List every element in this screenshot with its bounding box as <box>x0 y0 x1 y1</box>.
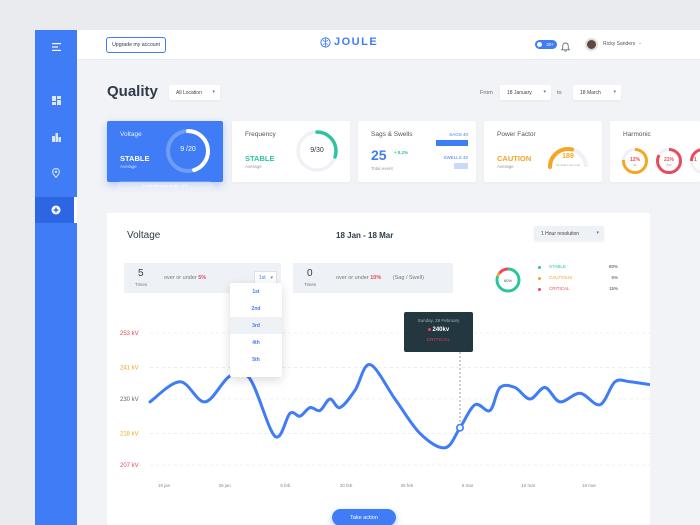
card-title: Voltage <box>120 131 142 138</box>
swells-bar <box>454 163 468 169</box>
x-tick-label: 5 mar <box>462 483 474 488</box>
card-title: Frequency <box>245 131 276 138</box>
sags-value: 25 <box>371 147 387 163</box>
highlight-point <box>455 423 464 432</box>
frequency-ring-text: 9/30 <box>310 147 324 154</box>
card-title: Power Factor <box>497 131 536 138</box>
threshold-dropdown-menu: 1st 2nd 3rd 4th 5th <box>230 283 282 377</box>
dashboard-icon[interactable] <box>35 87 77 113</box>
from-date-value: 18 January <box>507 89 532 96</box>
tooltip-value: 240kv <box>432 327 450 333</box>
x-tick-label: 10 mar <box>521 483 536 488</box>
x-tick-label: 19 jan <box>158 483 171 488</box>
voltage-ring-text: 9 /20 <box>180 146 196 153</box>
brand-name: JOULE <box>334 36 379 48</box>
to-date-select[interactable]: 18 March ▾ <box>573 85 621 100</box>
to-label: to <box>557 90 562 96</box>
sags-bar <box>436 140 468 146</box>
power-factor-card[interactable]: Power Factor CAUTION Average 189 No data… <box>484 121 602 182</box>
brain-icon <box>320 36 331 48</box>
card-title: Harmonic <box>623 131 651 138</box>
tooltip-dot <box>427 327 431 331</box>
frequency-status: STABLE <box>245 154 275 163</box>
pf-ring-sub: No data Loss (ms) <box>555 163 581 167</box>
brand-logo[interactable]: JOULE <box>320 36 378 48</box>
sidebar <box>35 30 77 525</box>
chevron-down-icon: ▾ <box>212 89 215 95</box>
app-window: Upgrade my account JOULE 20+ Ricky Sande… <box>35 30 700 525</box>
x-tick-label: 20 feb <box>340 483 353 488</box>
x-tick-label: 25 feb <box>401 483 414 488</box>
voltage-line-chart: 253 kV 241 kV 230 kV 218 kV 207 kV 19 jan 25 j… <box>120 331 650 488</box>
voltage-status: STABLE <box>120 154 150 163</box>
voltage-note: 5 min intervals under -5% <box>117 181 213 190</box>
card-title: Sags & Swells <box>371 131 413 138</box>
location-icon[interactable] <box>35 160 77 186</box>
y-tick-label: 241 kV <box>120 365 139 371</box>
tooltip-date: Sunday, 28 February <box>417 318 460 323</box>
menu-icon[interactable] <box>35 34 77 60</box>
dropdown-option[interactable]: 1st <box>230 283 282 300</box>
y-tick-label: 207 kV <box>120 463 139 469</box>
pf-status: CAUTION <box>497 154 532 163</box>
x-tick-label: 5 feb <box>280 483 291 488</box>
top-bar: Upgrade my account JOULE 20+ Ricky Sande… <box>77 30 700 60</box>
sags-label: SAGS 40 <box>449 132 468 137</box>
toggle-label: 20+ <box>546 41 554 47</box>
harmonic-1-sub: #1 <box>633 163 637 167</box>
frequency-card[interactable]: Frequency STABLE Average 9/30 <box>232 121 350 182</box>
sags-sub: Total event <box>371 166 393 171</box>
swells-label: SWELLS 32 <box>443 155 468 160</box>
location-select-value: All Location <box>176 89 202 96</box>
from-label: From <box>480 90 493 96</box>
series-line <box>148 363 650 450</box>
avatar[interactable] <box>585 38 598 51</box>
y-tick-label: 230 kV <box>120 397 139 403</box>
voltage-panel: Voltage 18 Jan - 18 Mar 1 Hour resolutio… <box>107 213 650 525</box>
y-tick-label: 253 kV <box>120 331 139 337</box>
bell-icon[interactable] <box>560 39 571 57</box>
chevron-down-icon: ▾ <box>543 89 546 95</box>
quality-icon[interactable] <box>35 197 77 223</box>
harmonic-3-value: 1 <box>694 157 697 163</box>
sags-delta: + 8.2% <box>394 150 409 155</box>
upgrade-account-button[interactable]: Upgrade my account <box>106 37 166 53</box>
chevron-down-icon[interactable]: ⌄ <box>638 40 642 46</box>
voltage-card[interactable]: Voltage STABLE Average 9 /20 5 min inter… <box>107 121 223 190</box>
y-tick-label: 218 kV <box>120 431 139 437</box>
chart-tooltip: Sunday, 28 February 240kv CRITICAL <box>404 312 473 352</box>
take-action-button[interactable]: Take action <box>332 509 396 525</box>
dropdown-option[interactable]: 3rd <box>230 317 282 334</box>
dropdown-option[interactable]: 4th <box>230 334 282 351</box>
tooltip-status: CRITICAL <box>426 337 451 342</box>
notifications-toggle[interactable]: 20+ <box>535 40 557 49</box>
pf-sub: Average <box>497 164 514 169</box>
sags-swells-card[interactable]: Sags & Swells 25 + 8.2% Total event SAGS… <box>358 121 476 182</box>
user-name[interactable]: Ricky Sanders <box>603 41 635 47</box>
dropdown-option[interactable]: 5th <box>230 351 282 368</box>
chevron-down-icon: ▾ <box>613 89 616 95</box>
harmonic-card[interactable]: Harmonic 12% #1 21% #32 1 <box>610 121 700 182</box>
location-select[interactable]: All Location ▾ <box>169 85 220 100</box>
page-title: Quality <box>107 83 158 100</box>
harmonic-2-sub: #32 <box>666 163 672 167</box>
dropdown-option[interactable]: 2nd <box>230 300 282 317</box>
frequency-sub: Average <box>245 164 262 169</box>
building-icon[interactable] <box>35 124 77 150</box>
x-tick-label: 25 jan <box>219 483 232 488</box>
voltage-sub: Average <box>120 164 137 169</box>
to-date-value: 18 March <box>580 89 601 96</box>
from-date-select[interactable]: 18 January ▾ <box>500 85 551 100</box>
pf-value: 189 <box>562 153 574 160</box>
x-tick-label: 18 mar <box>582 483 597 488</box>
